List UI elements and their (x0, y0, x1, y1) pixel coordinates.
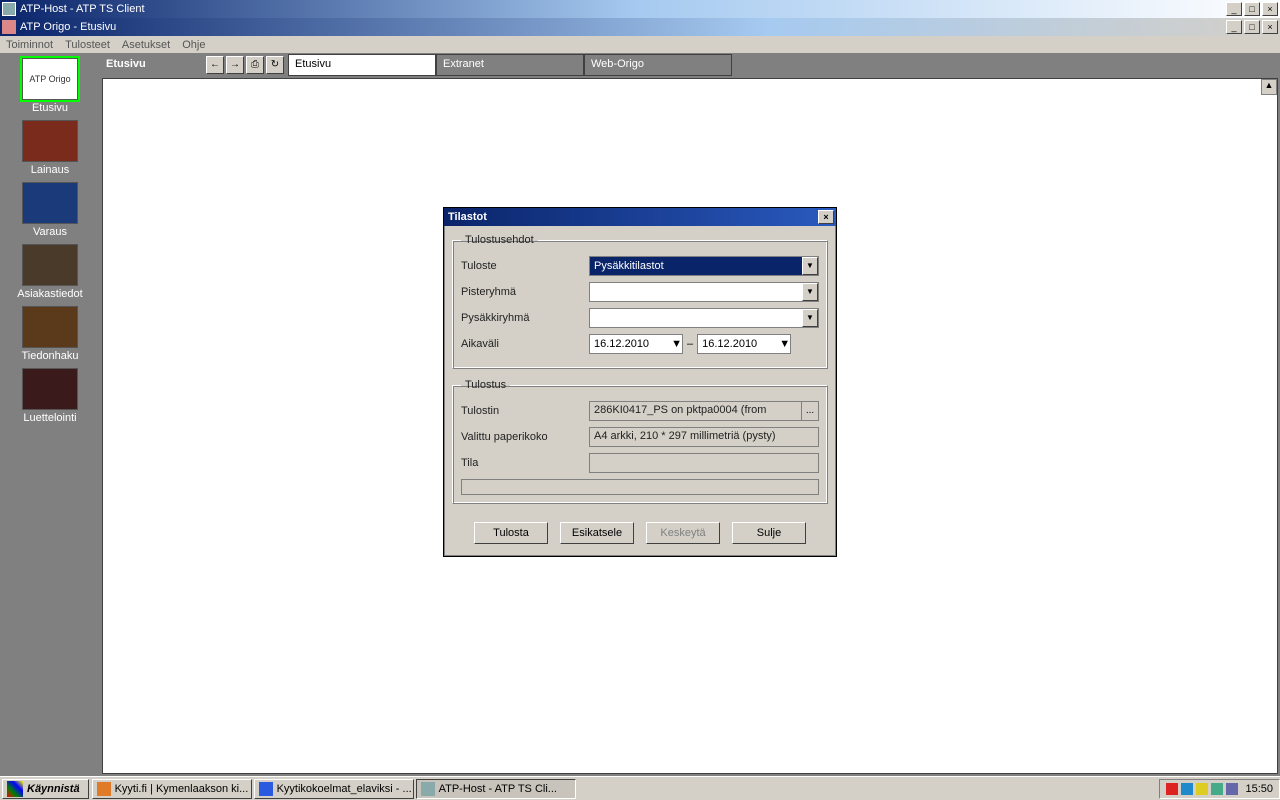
tab-extranet[interactable]: Extranet (436, 54, 584, 76)
chevron-down-icon[interactable]: ▼ (802, 257, 818, 275)
maximize-button[interactable]: □ (1244, 2, 1260, 16)
tool-strip: Etusivu ← → ⎙ ↻ Etusivu Extranet Web-Ori… (100, 54, 1280, 76)
taskbar-task-atphost[interactable]: ATP-Host - ATP TS Cli... (416, 779, 576, 799)
sidebar-item-etusivu[interactable]: ATP Origo Etusivu (5, 58, 95, 114)
sidebar-item-luettelointi[interactable]: Luettelointi (5, 368, 95, 424)
windows-flag-icon (7, 781, 23, 797)
chevron-down-icon[interactable]: ▼ (802, 283, 818, 301)
tuloste-label: Tuloste (461, 260, 589, 272)
taskbar-task-word[interactable]: Kyytikokoelmat_elaviksi - ... (254, 779, 414, 799)
tab-etusivu[interactable]: Etusivu (288, 54, 436, 76)
sidebar-item-label: Asiakastiedot (5, 288, 95, 300)
dialog-title: Tilastot (448, 211, 487, 223)
sidebar-item-label: Etusivu (5, 102, 95, 114)
group-legend: Tulostusehdot (461, 234, 538, 246)
close-button[interactable]: × (1262, 2, 1278, 16)
tiedonhaku-icon (22, 306, 78, 348)
group-legend: Tulostus (461, 379, 510, 391)
inner-window-titlebar: ATP Origo - Etusivu _ □ × (0, 18, 1280, 36)
app-icon (2, 2, 16, 16)
asiakastiedot-icon (22, 244, 78, 286)
lainaus-icon (22, 120, 78, 162)
nav-print-button[interactable]: ⎙ (246, 56, 264, 74)
tray-icon[interactable] (1196, 783, 1208, 795)
tilastot-dialog: Tilastot × Tulostusehdot Tuloste Pysäkki… (443, 207, 837, 557)
inner-window-title: ATP Origo - Etusivu (20, 21, 116, 33)
menu-bar: Toiminnot Tulosteet Asetukset Ohje (0, 36, 1280, 54)
dialog-titlebar: Tilastot × (444, 208, 836, 226)
strip-label: Etusivu (100, 54, 204, 76)
minimize-button[interactable]: _ (1226, 2, 1242, 16)
tulostusehdot-group: Tulostusehdot Tuloste Pysäkkitilastot ▼ … (452, 234, 828, 369)
aikavali-label: Aikaväli (461, 338, 589, 350)
nav-forward-button[interactable]: → (226, 56, 244, 74)
outer-window-title: ATP-Host - ATP TS Client (20, 3, 145, 15)
sidebar: ATP Origo Etusivu Lainaus Varaus Asiakas… (0, 54, 100, 776)
varaus-icon (22, 182, 78, 224)
sidebar-item-label: Varaus (5, 226, 95, 238)
keskeyta-button: Keskeytä (646, 522, 720, 544)
sidebar-item-label: Lainaus (5, 164, 95, 176)
etusivu-icon: ATP Origo (22, 58, 78, 100)
progress-bar (461, 479, 819, 495)
date-to-input[interactable]: 16.12.2010 ▼ (697, 334, 791, 354)
tila-value (589, 453, 819, 473)
tray-icon[interactable] (1166, 783, 1178, 795)
tulostin-label: Tulostin (461, 405, 589, 417)
system-tray: 15:50 (1159, 779, 1280, 799)
sulje-button[interactable]: Sulje (732, 522, 806, 544)
pisteryhma-label: Pisteryhmä (461, 286, 589, 298)
word-icon (259, 782, 273, 796)
menu-asetukset[interactable]: Asetukset (122, 39, 170, 51)
inner-app-icon (2, 20, 16, 34)
content-area: ▲ ® Tilastot × Tulostusehdot Tuloste Pys… (102, 78, 1278, 774)
tulostin-browse-button[interactable]: ... (801, 401, 819, 421)
nav-refresh-button[interactable]: ↻ (266, 56, 284, 74)
tab-web-origo[interactable]: Web-Origo (584, 54, 732, 76)
date-from-input[interactable]: 16.12.2010 ▼ (589, 334, 683, 354)
atp-icon (421, 782, 435, 796)
sidebar-item-label: Luettelointi (5, 412, 95, 424)
paperikoko-label: Valittu paperikoko (461, 431, 589, 443)
chevron-down-icon[interactable]: ▼ (802, 309, 818, 327)
taskbar-task-firefox[interactable]: Kyyti.fi | Kymenlaakson ki... (92, 779, 252, 799)
dialog-close-button[interactable]: × (818, 210, 834, 224)
pisteryhma-combo[interactable]: ▼ (589, 282, 819, 302)
menu-ohje[interactable]: Ohje (182, 39, 205, 51)
tulostin-value: 286KI0417_PS on pktpa0004 (from (589, 401, 801, 421)
date-separator: – (687, 338, 693, 350)
paperikoko-value: A4 arkki, 210 * 297 millimetriä (pysty) (589, 427, 819, 447)
inner-minimize-button[interactable]: _ (1226, 20, 1242, 34)
scroll-up-button[interactable]: ▲ (1261, 79, 1277, 95)
tray-icon[interactable] (1211, 783, 1223, 795)
tray-icon[interactable] (1181, 783, 1193, 795)
tulostus-group: Tulostus Tulostin 286KI0417_PS on pktpa0… (452, 379, 828, 504)
tila-label: Tila (461, 457, 589, 469)
taskbar-clock: 15:50 (1245, 783, 1273, 795)
menu-tulosteet[interactable]: Tulosteet (65, 39, 110, 51)
firefox-icon (97, 782, 111, 796)
start-button[interactable]: Käynnistä (2, 779, 89, 799)
sidebar-item-varaus[interactable]: Varaus (5, 182, 95, 238)
nav-back-button[interactable]: ← (206, 56, 224, 74)
luettelointi-icon (22, 368, 78, 410)
esikatsele-button[interactable]: Esikatsele (560, 522, 634, 544)
inner-maximize-button[interactable]: □ (1244, 20, 1260, 34)
sidebar-item-asiakastiedot[interactable]: Asiakastiedot (5, 244, 95, 300)
sidebar-item-label: Tiedonhaku (5, 350, 95, 362)
inner-close-button[interactable]: × (1262, 20, 1278, 34)
chevron-down-icon[interactable]: ▼ (671, 338, 682, 350)
menu-toiminnot[interactable]: Toiminnot (6, 39, 53, 51)
sidebar-item-lainaus[interactable]: Lainaus (5, 120, 95, 176)
pysakkiryhma-label: Pysäkkiryhmä (461, 312, 589, 324)
pysakkiryhma-combo[interactable]: ▼ (589, 308, 819, 328)
taskbar: Käynnistä Kyyti.fi | Kymenlaakson ki... … (0, 776, 1280, 800)
outer-window-titlebar: ATP-Host - ATP TS Client _ □ × (0, 0, 1280, 18)
chevron-down-icon[interactable]: ▼ (779, 338, 790, 350)
sidebar-item-tiedonhaku[interactable]: Tiedonhaku (5, 306, 95, 362)
tray-icon[interactable] (1226, 783, 1238, 795)
tuloste-combo[interactable]: Pysäkkitilastot ▼ (589, 256, 819, 276)
tulosta-button[interactable]: Tulosta (474, 522, 548, 544)
